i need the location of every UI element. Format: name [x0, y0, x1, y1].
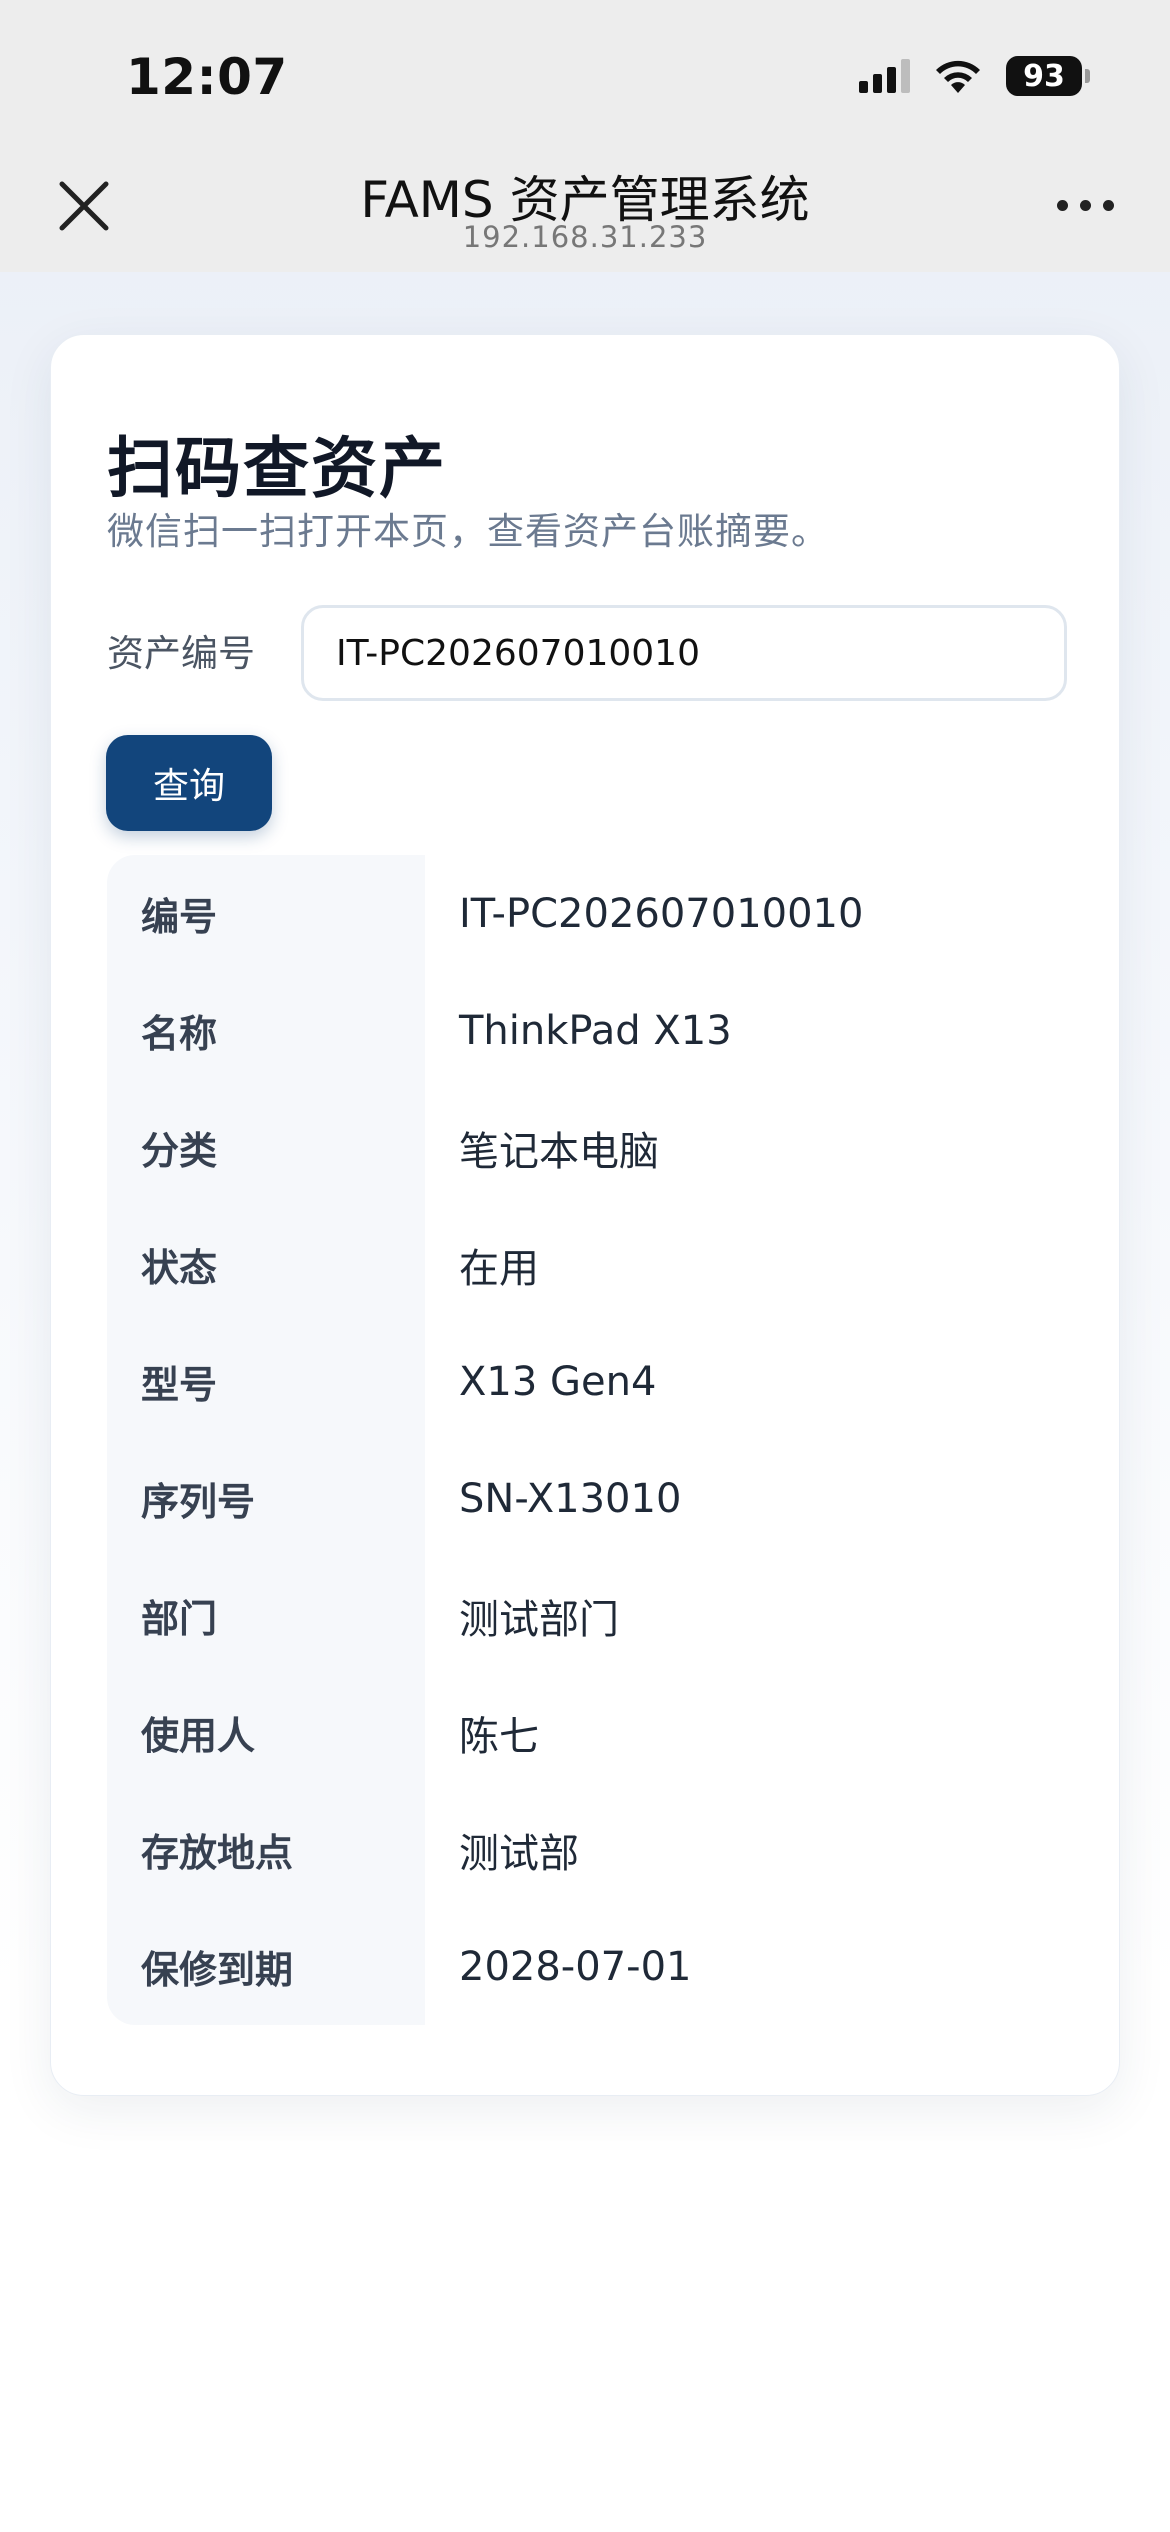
status-time: 12:07: [126, 48, 288, 106]
asset-detail-table: 编号 IT-PC202607010010 名称 ThinkPad X13 分类 笔记本电脑…: [107, 855, 1065, 2025]
detail-value: X13 Gen4: [459, 1358, 657, 1405]
detail-key: 编号: [107, 855, 425, 972]
table-row: 编号 IT-PC202607010010: [107, 855, 1065, 972]
detail-key: 存放地点: [107, 1791, 425, 1908]
battery-icon: 93: [1006, 56, 1090, 96]
table-row: 序列号 SN-X13010: [107, 1440, 1065, 1557]
table-row: 型号 X13 Gen4: [107, 1323, 1065, 1440]
detail-key: 序列号: [107, 1440, 425, 1557]
page-title: 扫码查资产: [107, 430, 447, 507]
detail-value: 测试部门: [459, 1596, 619, 1643]
wifi-icon: [936, 60, 980, 93]
top-bar: 12:07 93 FAMS 资产管理系统 192.168.31.233: [0, 0, 1170, 272]
nav-subtitle: 192.168.31.233: [462, 220, 708, 254]
table-row: 状态 在用: [107, 1206, 1065, 1323]
detail-value: 陈七: [459, 1713, 539, 1760]
status-icons: 93: [859, 56, 1090, 96]
detail-value: 在用: [459, 1245, 539, 1292]
table-row: 部门 测试部门: [107, 1557, 1065, 1674]
more-icon[interactable]: [1057, 200, 1114, 211]
table-row: 保修到期 2028-07-01: [107, 1908, 1065, 2025]
detail-value: 测试部: [459, 1830, 579, 1877]
detail-value: 2028-07-01: [459, 1943, 692, 1990]
query-button[interactable]: 查询: [106, 735, 272, 831]
detail-value: IT-PC202607010010: [459, 890, 864, 937]
signal-icon: [859, 59, 910, 93]
detail-key: 部门: [107, 1557, 425, 1674]
detail-value: SN-X13010: [459, 1475, 682, 1522]
detail-key: 保修到期: [107, 1908, 425, 2025]
detail-key: 使用人: [107, 1674, 425, 1791]
detail-value: 笔记本电脑: [459, 1128, 659, 1175]
detail-key: 型号: [107, 1323, 425, 1440]
asset-card: 扫码查资产 微信扫一扫打开本页，查看资产台账摘要。 资产编号 查询 编号 IT-P…: [50, 334, 1120, 2096]
detail-key: 分类: [107, 1089, 425, 1206]
table-row: 名称 ThinkPad X13: [107, 972, 1065, 1089]
detail-key: 状态: [107, 1206, 425, 1323]
battery-level: 93: [1006, 56, 1082, 96]
table-row: 使用人 陈七: [107, 1674, 1065, 1791]
table-row: 存放地点 测试部: [107, 1791, 1065, 1908]
table-row: 分类 笔记本电脑: [107, 1089, 1065, 1206]
page-subtitle: 微信扫一扫打开本页，查看资产台账摘要。: [107, 510, 829, 553]
detail-key: 名称: [107, 972, 425, 1089]
asset-number-label: 资产编号: [107, 632, 255, 675]
asset-number-input[interactable]: [301, 605, 1067, 701]
detail-value: ThinkPad X13: [459, 1007, 732, 1054]
